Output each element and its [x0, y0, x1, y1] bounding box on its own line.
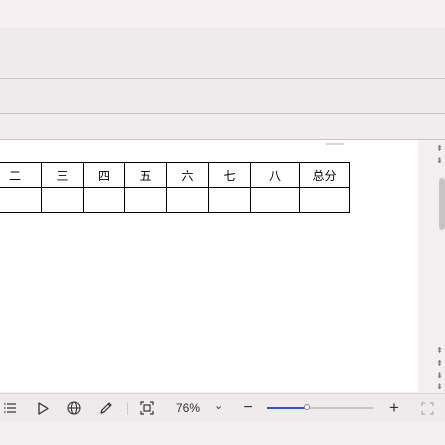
table-cell[interactable]	[83, 187, 125, 213]
table-cell[interactable]	[250, 187, 300, 213]
table-header-cell[interactable]: 二	[0, 162, 42, 188]
vertical-scrollbar[interactable]: ⇞ ⇟ ⇞ ⇞ ⇟ ⇟	[434, 140, 445, 392]
table-header-cell[interactable]: 八	[250, 162, 300, 188]
page-up-icon[interactable]: ⇞	[434, 359, 445, 369]
table-header-cell[interactable]: 三	[41, 162, 84, 188]
formatting-toolbar	[0, 79, 445, 113]
page-down-icon[interactable]: ⇟	[434, 156, 445, 166]
fullscreen-icon[interactable]	[418, 399, 436, 417]
ribbon-area	[0, 28, 445, 78]
table-header-cell[interactable]: 总分	[299, 162, 350, 188]
outline-icon[interactable]	[1, 399, 19, 417]
table-cell[interactable]	[166, 187, 209, 213]
page-up-icon[interactable]: ⇞	[434, 144, 445, 154]
page-down-icon[interactable]: ⇟	[434, 382, 445, 392]
table-header-cell[interactable]: 五	[124, 162, 167, 188]
title-bar	[0, 0, 445, 28]
globe-icon[interactable]	[65, 399, 83, 417]
pen-icon[interactable]	[97, 399, 115, 417]
table-row	[0, 187, 350, 213]
status-bar: 76% ⌄ − +	[0, 393, 445, 422]
zoom-slider[interactable]	[267, 404, 373, 410]
zoom-in-button[interactable]: +	[385, 398, 403, 417]
separator	[127, 402, 128, 415]
zoom-slider-fill	[267, 407, 308, 409]
table-header-cell[interactable]: 六	[166, 162, 209, 188]
page-down-icon[interactable]: ⇟	[434, 371, 445, 381]
page-up-icon[interactable]: ⇞	[434, 346, 445, 356]
table-header-cell[interactable]: 七	[208, 162, 251, 188]
table-cell[interactable]	[0, 187, 42, 213]
ruler	[0, 114, 445, 139]
fit-screen-icon[interactable]	[138, 399, 156, 417]
scrollbar-thumb[interactable]	[439, 178, 445, 230]
grade-table[interactable]: 二 三 四 五 六 七 八 总分	[0, 162, 350, 213]
table-cell[interactable]	[208, 187, 251, 213]
document-canvas[interactable]: 二 三 四 五 六 七 八 总分	[0, 140, 418, 392]
zoom-slider-handle[interactable]	[304, 404, 311, 410]
zoom-out-button[interactable]: −	[239, 399, 257, 417]
table-cell[interactable]	[299, 187, 350, 213]
table-cell[interactable]	[41, 187, 84, 213]
zoom-level[interactable]: 76%	[176, 401, 200, 415]
table-header-row: 二 三 四 五 六 七 八 总分	[0, 162, 350, 188]
chevron-down-icon[interactable]: ⌄	[214, 399, 223, 412]
table-header-cell[interactable]: 四	[83, 162, 125, 188]
page-corner-mark	[326, 143, 344, 145]
play-icon[interactable]	[34, 399, 52, 417]
table-cell[interactable]	[124, 187, 167, 213]
window-bottom	[0, 422, 445, 445]
